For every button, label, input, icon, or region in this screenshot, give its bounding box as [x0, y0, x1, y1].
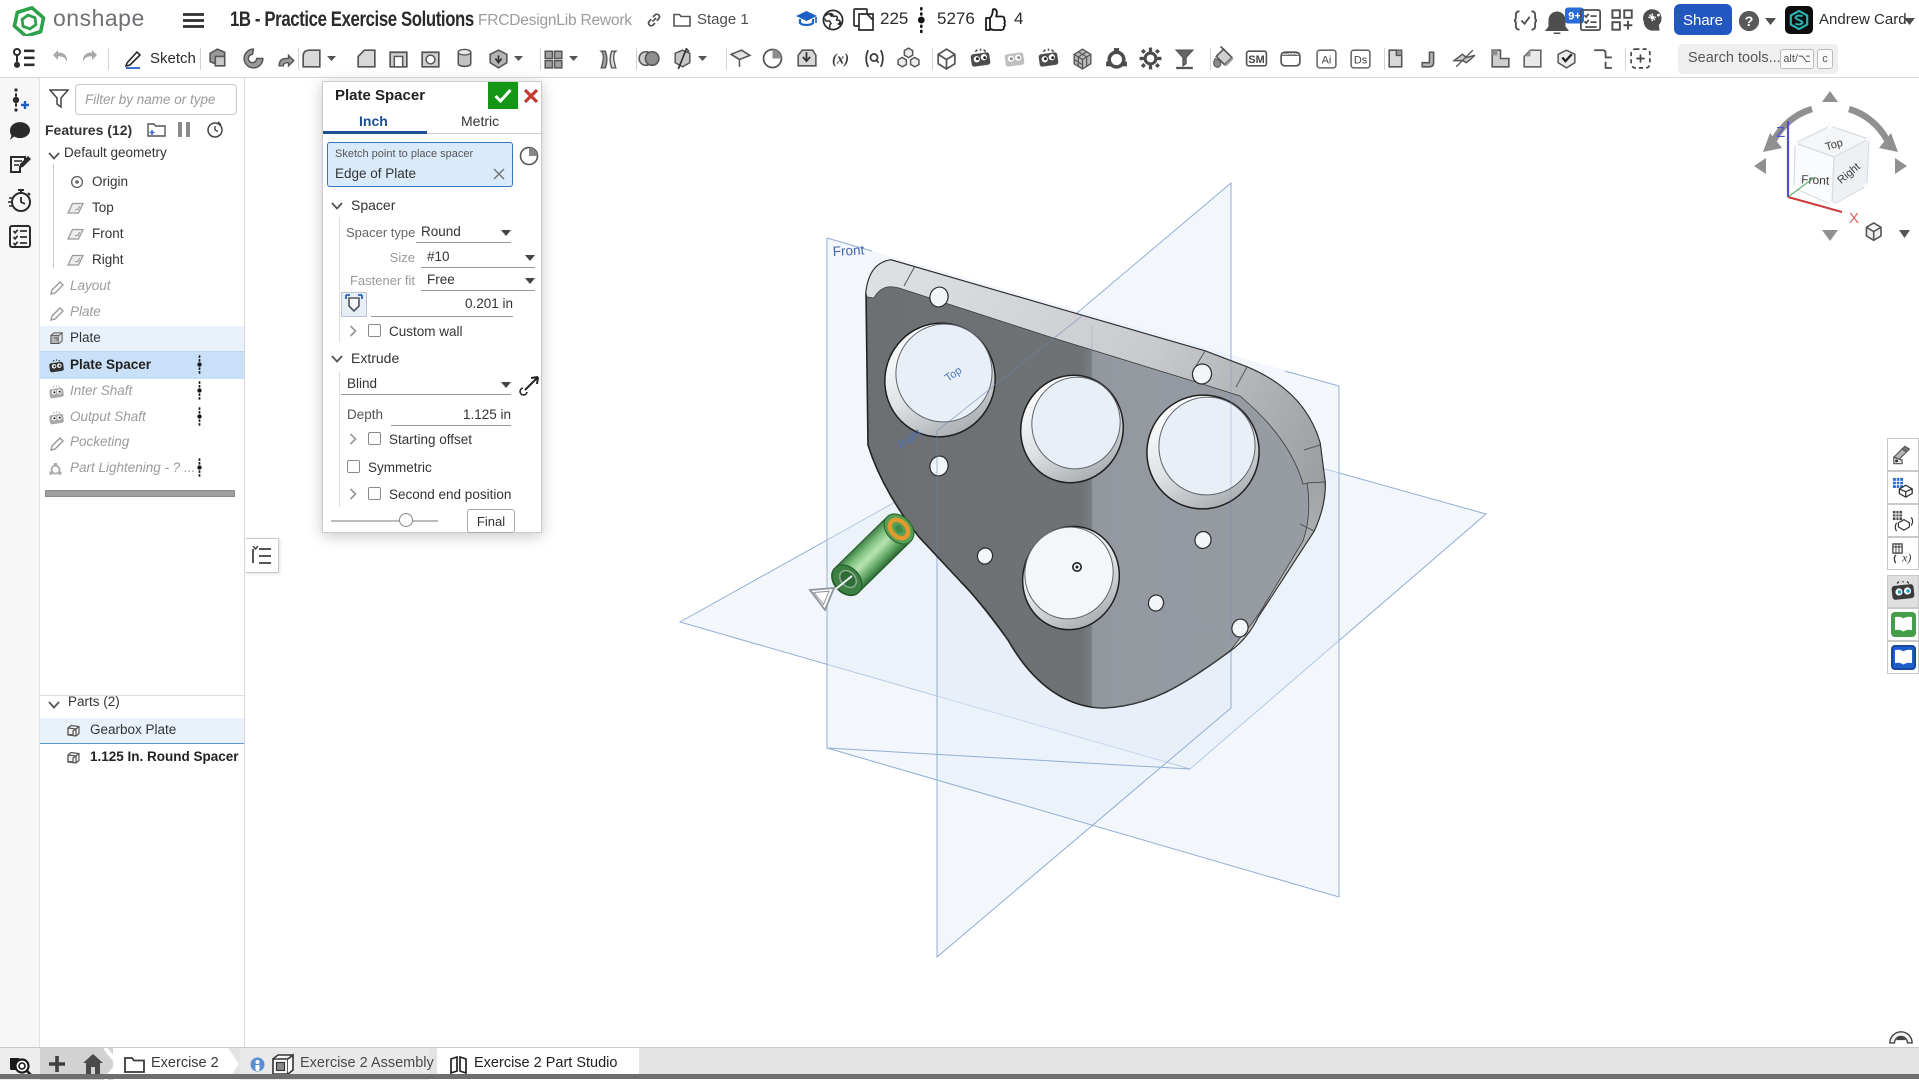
svg-text:X: X [1849, 210, 1859, 227]
svg-text:9+: 9+ [1568, 11, 1581, 23]
svg-text:Front: Front [1801, 172, 1830, 187]
svg-text:?: ? [1745, 13, 1754, 29]
svg-text:Front: Front [832, 242, 864, 259]
svg-text:Z: Z [1776, 124, 1785, 141]
